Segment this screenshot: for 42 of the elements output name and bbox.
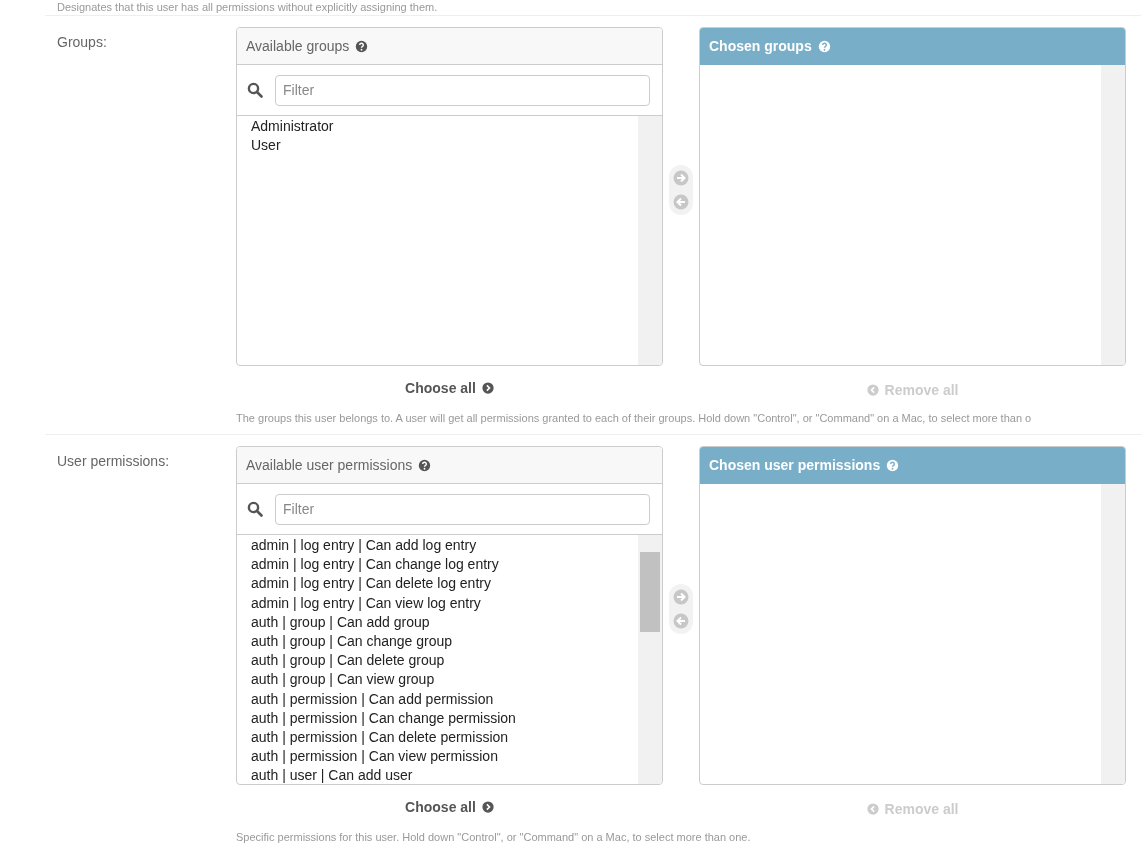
right-chevron-icon bbox=[481, 381, 494, 394]
choose-all-link[interactable]: Choose all bbox=[405, 379, 494, 396]
list-option[interactable]: User bbox=[251, 136, 624, 156]
help-icon bbox=[817, 39, 831, 53]
search-icon bbox=[247, 82, 263, 98]
list-option[interactable]: admin | log entry | Can delete log entry bbox=[251, 574, 624, 594]
list-option[interactable]: auth | permission | Can view permission bbox=[251, 747, 624, 767]
panel-title: Chosen groups bbox=[709, 38, 812, 54]
list-option[interactable]: auth | group | Can change group bbox=[251, 632, 624, 652]
scrollbar[interactable] bbox=[1101, 65, 1125, 365]
panel-title: Available groups bbox=[246, 38, 350, 54]
list-option[interactable]: admin | log entry | Can change log entry bbox=[251, 555, 624, 575]
list-option[interactable]: admin | log entry | Can view log entry bbox=[251, 593, 624, 613]
list-option[interactable]: auth | user | Can add user bbox=[251, 766, 624, 784]
list-option[interactable]: auth | permission | Can add permission bbox=[251, 689, 624, 709]
list-option[interactable]: admin | log entry | Can add log entry bbox=[251, 536, 624, 556]
filter-field[interactable]: Filter bbox=[275, 74, 650, 106]
field-label: Groups: bbox=[56, 33, 108, 52]
right-chevron-icon bbox=[481, 800, 494, 813]
panel-title: Available user permissions bbox=[246, 457, 413, 473]
field-label: User permissions: bbox=[56, 452, 171, 471]
list-option[interactable]: auth | group | Can view group bbox=[251, 670, 624, 690]
filter-field[interactable]: Filter bbox=[275, 493, 650, 525]
left-chevron-icon bbox=[866, 383, 879, 396]
scrollbar[interactable] bbox=[638, 116, 662, 365]
help-icon bbox=[355, 39, 369, 53]
help-text: Specific permissions for this user. Hold down "Control", or "Command" on a Mac, to select more than one. bbox=[236, 830, 752, 845]
help-text: Designates that this user has all permissions without explicitly assigning them. bbox=[56, 0, 439, 15]
scrollbar[interactable] bbox=[638, 535, 662, 784]
help-icon bbox=[886, 458, 900, 472]
panel-title: Chosen user permissions bbox=[709, 457, 881, 473]
left-chevron-icon bbox=[866, 802, 879, 815]
list-option[interactable]: Administrator bbox=[251, 117, 624, 137]
search-icon bbox=[247, 501, 263, 517]
list-option[interactable]: auth | group | Can add group bbox=[251, 612, 624, 632]
list-option[interactable]: auth | group | Can delete group bbox=[251, 651, 624, 671]
list-option[interactable]: auth | permission | Can change permission bbox=[251, 708, 624, 729]
scrollbar[interactable] bbox=[1101, 484, 1125, 784]
help-icon bbox=[418, 458, 432, 472]
help-text: The groups this user belongs to. A user will get all permissions granted to each of their groups. Hold down "Control", or "Command" on a Mac, to select more than o bbox=[236, 411, 1033, 426]
list-option[interactable]: auth | permission | Can delete permission bbox=[251, 728, 624, 748]
choose-all-link[interactable]: Choose all bbox=[405, 798, 494, 815]
